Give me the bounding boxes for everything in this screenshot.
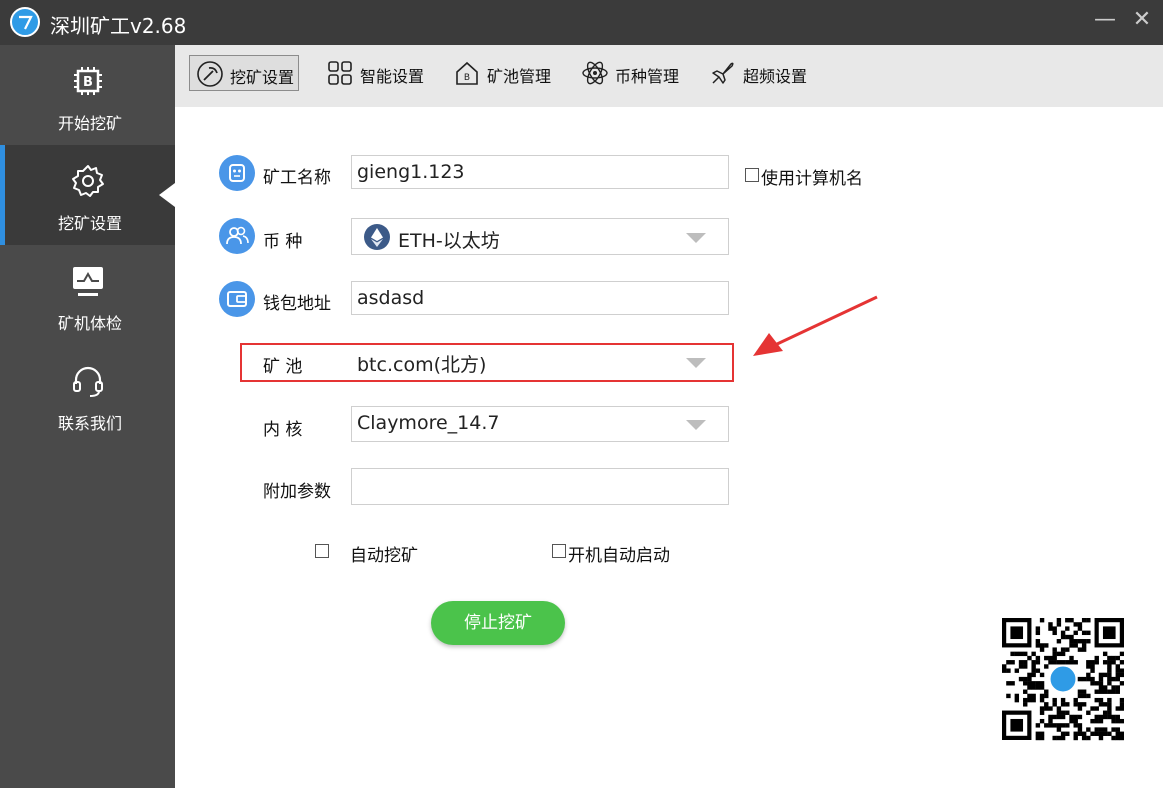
- pickaxe-icon: [197, 61, 223, 87]
- kernel-value: Claymore_14.7: [357, 412, 500, 434]
- ethereum-icon: [364, 224, 390, 250]
- title-bar: 深圳矿工v2.68 — ✕: [0, 0, 1163, 45]
- tab-label: 矿池管理: [487, 67, 552, 86]
- sidebar-item-contact[interactable]: 联系我们: [0, 345, 175, 445]
- app-logo-icon: [10, 7, 40, 37]
- svg-text:B: B: [464, 73, 470, 83]
- chevron-down-icon: [686, 233, 706, 243]
- app-title: 深圳矿工v2.68: [50, 14, 187, 38]
- tab-bar: 挖矿设置 智能设置 B 矿池管理 币种管理 超频设置: [175, 45, 1163, 107]
- tab-label: 智能设置: [360, 67, 425, 86]
- sidebar-item-label: 联系我们: [57, 414, 122, 433]
- grid-icon: [328, 61, 352, 85]
- users-icon: [219, 218, 255, 254]
- use-computer-name-label: 使用计算机名: [761, 169, 863, 189]
- qr-logo-icon: [1048, 664, 1078, 694]
- auto-mine-checkbox[interactable]: [315, 544, 329, 558]
- tab-label: 挖矿设置: [230, 68, 295, 87]
- jet-icon: [712, 62, 734, 84]
- auto-start-label: 开机自动启动: [568, 546, 670, 566]
- wallet-label: 钱包地址: [263, 294, 331, 314]
- miner-name-value: gieng1.123: [357, 161, 465, 183]
- kernel-label: 内 核: [263, 420, 303, 440]
- sidebar-item-mining-settings[interactable]: 挖矿设置: [0, 145, 175, 245]
- tab-coin-management[interactable]: 币种管理: [575, 55, 685, 91]
- tab-mining-settings[interactable]: 挖矿设置: [189, 55, 299, 91]
- atom-icon: [582, 61, 608, 85]
- tab-label: 超频设置: [743, 67, 808, 86]
- extra-params-input[interactable]: [351, 468, 729, 505]
- sidebar-item-label: 开始挖矿: [57, 114, 122, 133]
- auto-start-checkbox[interactable]: [552, 544, 566, 558]
- use-computer-name-checkbox[interactable]: [745, 168, 759, 182]
- sidebar-item-label: 矿机体检: [57, 314, 122, 333]
- chevron-down-icon: [686, 420, 706, 430]
- svg-text:B: B: [83, 75, 93, 90]
- miner-name-input[interactable]: gieng1.123: [351, 155, 729, 189]
- sidebar-item-label: 挖矿设置: [57, 214, 122, 233]
- main-panel: 挖矿设置 智能设置 B 矿池管理 币种管理 超频设置 矿工名称 gieng1.1…: [175, 45, 1163, 788]
- auto-mine-label: 自动挖矿: [350, 546, 418, 566]
- headset-icon: [73, 366, 103, 397]
- bitcoin-chip-icon: B: [74, 67, 102, 95]
- qr-code: [1002, 618, 1124, 741]
- miner-name-label: 矿工名称: [263, 168, 331, 188]
- sidebar: B 开始挖矿 挖矿设置 矿机体检 联系我们: [0, 45, 175, 788]
- monitor-pulse-icon: [73, 267, 103, 296]
- stop-mining-button[interactable]: 停止挖矿: [431, 601, 565, 645]
- wallet-input[interactable]: asdasd: [351, 281, 729, 315]
- bitcoin-house-icon: B: [456, 61, 478, 85]
- tab-smart-settings[interactable]: 智能设置: [320, 55, 430, 91]
- active-pointer: [159, 183, 175, 207]
- coin-value: ETH-以太坊: [398, 230, 500, 252]
- coin-select[interactable]: ETH-以太坊: [351, 218, 729, 255]
- robot-icon: [219, 155, 255, 191]
- tab-label: 币种管理: [615, 67, 680, 86]
- coin-label: 币 种: [263, 232, 303, 252]
- close-button[interactable]: ✕: [1127, 6, 1157, 36]
- wallet-value: asdasd: [357, 287, 425, 309]
- pool-highlight-box: [240, 343, 734, 382]
- tab-pool-management[interactable]: B 矿池管理: [447, 55, 557, 91]
- tab-overclock-settings[interactable]: 超频设置: [703, 55, 813, 91]
- extra-params-label: 附加参数: [263, 482, 331, 502]
- sidebar-item-start-mining[interactable]: B 开始挖矿: [0, 45, 175, 145]
- sidebar-item-miner-check[interactable]: 矿机体检: [0, 245, 175, 345]
- gear-icon: [72, 165, 104, 197]
- kernel-select[interactable]: Claymore_14.7: [351, 406, 729, 442]
- minimize-button[interactable]: —: [1090, 6, 1120, 36]
- red-arrow-annotation: [753, 295, 878, 356]
- wallet-icon: [219, 281, 255, 317]
